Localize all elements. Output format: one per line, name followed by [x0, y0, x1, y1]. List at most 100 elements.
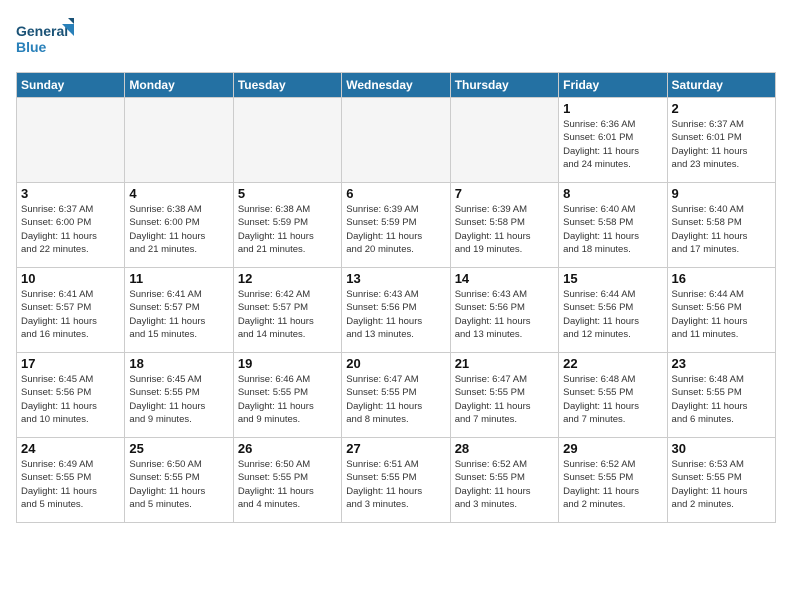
day-info: Sunrise: 6:45 AM Sunset: 5:56 PM Dayligh… [21, 373, 120, 426]
calendar-cell [17, 98, 125, 183]
day-info: Sunrise: 6:37 AM Sunset: 6:01 PM Dayligh… [672, 118, 771, 171]
day-number: 8 [563, 186, 662, 201]
day-info: Sunrise: 6:52 AM Sunset: 5:55 PM Dayligh… [563, 458, 662, 511]
calendar-cell: 8 Sunrise: 6:40 AM Sunset: 5:58 PM Daylig… [559, 183, 667, 268]
calendar-cell: 6 Sunrise: 6:39 AM Sunset: 5:59 PM Daylig… [342, 183, 450, 268]
calendar-cell: 28 Sunrise: 6:52 AM Sunset: 5:55 PM Dayli… [450, 438, 558, 523]
day-number: 1 [563, 101, 662, 116]
day-info: Sunrise: 6:36 AM Sunset: 6:01 PM Dayligh… [563, 118, 662, 171]
day-info: Sunrise: 6:38 AM Sunset: 6:00 PM Dayligh… [129, 203, 228, 256]
calendar-cell: 30 Sunrise: 6:53 AM Sunset: 5:55 PM Dayli… [667, 438, 775, 523]
day-number: 3 [21, 186, 120, 201]
calendar-week-2: 3Sunrise: 6:37 AM Sunset: 6:00 PM Daylig… [17, 183, 776, 268]
day-info: Sunrise: 6:47 AM Sunset: 5:55 PM Dayligh… [455, 373, 554, 426]
day-info: Sunrise: 6:52 AM Sunset: 5:55 PM Dayligh… [455, 458, 554, 511]
day-number: 9 [672, 186, 771, 201]
calendar-cell [450, 98, 558, 183]
day-number: 22 [563, 356, 662, 371]
calendar-cell: 10 Sunrise: 6:41 AM Sunset: 5:57 PM Dayli… [17, 268, 125, 353]
day-info: Sunrise: 6:41 AM Sunset: 5:57 PM Dayligh… [129, 288, 228, 341]
day-number: 23 [672, 356, 771, 371]
calendar-cell: 15 Sunrise: 6:44 AM Sunset: 5:56 PM Dayli… [559, 268, 667, 353]
day-number: 14 [455, 271, 554, 286]
day-info: Sunrise: 6:41 AM Sunset: 5:57 PM Dayligh… [21, 288, 120, 341]
day-info: Sunrise: 6:46 AM Sunset: 5:55 PM Dayligh… [238, 373, 337, 426]
calendar-cell: 14 Sunrise: 6:43 AM Sunset: 5:56 PM Dayli… [450, 268, 558, 353]
day-number: 16 [672, 271, 771, 286]
calendar-cell: 7Sunrise: 6:39 AM Sunset: 5:58 PM Daylig… [450, 183, 558, 268]
day-info: Sunrise: 6:48 AM Sunset: 5:55 PM Dayligh… [672, 373, 771, 426]
calendar-cell: 13Sunrise: 6:43 AM Sunset: 5:56 PM Dayli… [342, 268, 450, 353]
day-number: 28 [455, 441, 554, 456]
calendar-cell: 1 Sunrise: 6:36 AM Sunset: 6:01 PM Daylig… [559, 98, 667, 183]
day-number: 4 [129, 186, 228, 201]
day-info: Sunrise: 6:50 AM Sunset: 5:55 PM Dayligh… [129, 458, 228, 511]
day-info: Sunrise: 6:44 AM Sunset: 5:56 PM Dayligh… [672, 288, 771, 341]
day-header-friday: Friday [559, 73, 667, 98]
day-info: Sunrise: 6:38 AM Sunset: 5:59 PM Dayligh… [238, 203, 337, 256]
calendar-header-row: SundayMondayTuesdayWednesdayThursdayFrid… [17, 73, 776, 98]
day-number: 5 [238, 186, 337, 201]
calendar-cell: 22 Sunrise: 6:48 AM Sunset: 5:55 PM Dayli… [559, 353, 667, 438]
calendar-cell [125, 98, 233, 183]
header: GeneralBlue [16, 16, 776, 60]
calendar-cell: 25 Sunrise: 6:50 AM Sunset: 5:55 PM Dayli… [125, 438, 233, 523]
calendar-cell: 21 Sunrise: 6:47 AM Sunset: 5:55 PM Dayli… [450, 353, 558, 438]
day-number: 11 [129, 271, 228, 286]
day-number: 15 [563, 271, 662, 286]
calendar-cell [342, 98, 450, 183]
calendar-cell: 5 Sunrise: 6:38 AM Sunset: 5:59 PM Daylig… [233, 183, 341, 268]
calendar-cell: 20 Sunrise: 6:47 AM Sunset: 5:55 PM Dayli… [342, 353, 450, 438]
day-header-saturday: Saturday [667, 73, 775, 98]
calendar-cell: 26 Sunrise: 6:50 AM Sunset: 5:55 PM Dayli… [233, 438, 341, 523]
calendar: SundayMondayTuesdayWednesdayThursdayFrid… [16, 72, 776, 523]
calendar-cell: 24Sunrise: 6:49 AM Sunset: 5:55 PM Dayli… [17, 438, 125, 523]
day-header-thursday: Thursday [450, 73, 558, 98]
day-number: 21 [455, 356, 554, 371]
calendar-cell: 4 Sunrise: 6:38 AM Sunset: 6:00 PM Daylig… [125, 183, 233, 268]
calendar-cell: 3Sunrise: 6:37 AM Sunset: 6:00 PM Daylig… [17, 183, 125, 268]
calendar-week-3: 10 Sunrise: 6:41 AM Sunset: 5:57 PM Dayli… [17, 268, 776, 353]
day-number: 12 [238, 271, 337, 286]
logo: GeneralBlue [16, 16, 76, 60]
day-info: Sunrise: 6:50 AM Sunset: 5:55 PM Dayligh… [238, 458, 337, 511]
day-info: Sunrise: 6:47 AM Sunset: 5:55 PM Dayligh… [346, 373, 445, 426]
day-info: Sunrise: 6:45 AM Sunset: 5:55 PM Dayligh… [129, 373, 228, 426]
calendar-cell: 17Sunrise: 6:45 AM Sunset: 5:56 PM Dayli… [17, 353, 125, 438]
day-number: 13 [346, 271, 445, 286]
day-info: Sunrise: 6:48 AM Sunset: 5:55 PM Dayligh… [563, 373, 662, 426]
calendar-cell: 11 Sunrise: 6:41 AM Sunset: 5:57 PM Dayli… [125, 268, 233, 353]
day-number: 2 [672, 101, 771, 116]
calendar-cell: 23 Sunrise: 6:48 AM Sunset: 5:55 PM Dayli… [667, 353, 775, 438]
calendar-cell [233, 98, 341, 183]
svg-text:Blue: Blue [16, 39, 47, 55]
calendar-cell: 16 Sunrise: 6:44 AM Sunset: 5:56 PM Dayli… [667, 268, 775, 353]
calendar-cell: 2 Sunrise: 6:37 AM Sunset: 6:01 PM Daylig… [667, 98, 775, 183]
calendar-cell: 27 Sunrise: 6:51 AM Sunset: 5:55 PM Dayli… [342, 438, 450, 523]
day-number: 24 [21, 441, 120, 456]
calendar-cell: 12 Sunrise: 6:42 AM Sunset: 5:57 PM Dayli… [233, 268, 341, 353]
day-number: 27 [346, 441, 445, 456]
day-info: Sunrise: 6:44 AM Sunset: 5:56 PM Dayligh… [563, 288, 662, 341]
calendar-cell: 29 Sunrise: 6:52 AM Sunset: 5:55 PM Dayli… [559, 438, 667, 523]
day-header-sunday: Sunday [17, 73, 125, 98]
day-number: 26 [238, 441, 337, 456]
day-info: Sunrise: 6:39 AM Sunset: 5:59 PM Dayligh… [346, 203, 445, 256]
day-header-tuesday: Tuesday [233, 73, 341, 98]
day-header-wednesday: Wednesday [342, 73, 450, 98]
day-info: Sunrise: 6:40 AM Sunset: 5:58 PM Dayligh… [563, 203, 662, 256]
day-number: 10 [21, 271, 120, 286]
day-info: Sunrise: 6:42 AM Sunset: 5:57 PM Dayligh… [238, 288, 337, 341]
day-header-monday: Monday [125, 73, 233, 98]
day-number: 20 [346, 356, 445, 371]
day-number: 6 [346, 186, 445, 201]
day-info: Sunrise: 6:43 AM Sunset: 5:56 PM Dayligh… [455, 288, 554, 341]
day-number: 29 [563, 441, 662, 456]
day-number: 18 [129, 356, 228, 371]
calendar-week-4: 17Sunrise: 6:45 AM Sunset: 5:56 PM Dayli… [17, 353, 776, 438]
calendar-week-5: 24Sunrise: 6:49 AM Sunset: 5:55 PM Dayli… [17, 438, 776, 523]
day-number: 25 [129, 441, 228, 456]
day-info: Sunrise: 6:51 AM Sunset: 5:55 PM Dayligh… [346, 458, 445, 511]
day-number: 30 [672, 441, 771, 456]
day-info: Sunrise: 6:53 AM Sunset: 5:55 PM Dayligh… [672, 458, 771, 511]
